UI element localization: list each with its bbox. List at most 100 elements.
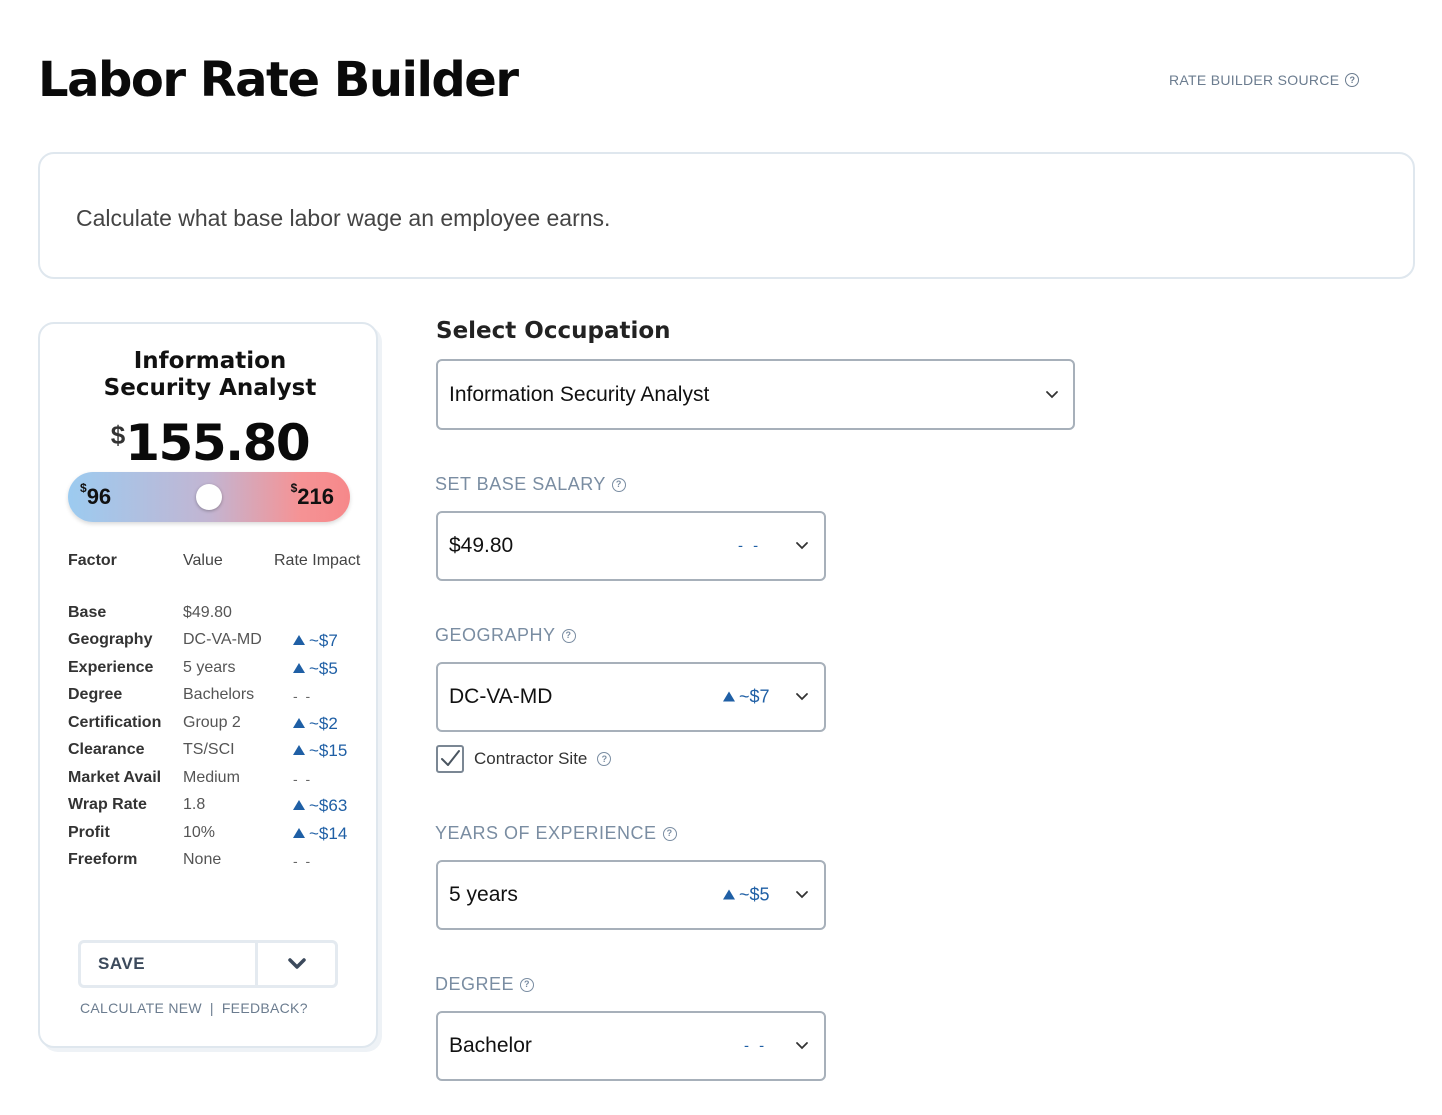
factor-rate-impact: ~$14 [293,824,347,844]
factor-name: Clearance [68,741,145,758]
col-header-factor: Factor [68,552,117,569]
factor-value: TS/SCI [183,741,235,758]
factor-value: 10% [183,824,216,841]
arrow-up-icon [293,635,305,645]
save-button[interactable]: SAVE [81,943,258,985]
rate-range-slider[interactable]: $96 $216 [68,472,350,522]
base-salary-impact: - - [738,537,762,555]
factor-row: Market Avail Medium - - [68,769,368,795]
occupation-title: Information Security Analyst [40,348,380,402]
col-header-value: Value [183,552,223,569]
factor-value: 1.8 [183,796,206,813]
occupation-title-line1: Information [133,348,287,374]
degree-select[interactable]: Bachelor - - [436,1011,826,1081]
save-button-group: SAVE [78,940,338,988]
help-icon[interactable]: ? [597,752,612,766]
factor-name: Wrap Rate [68,796,147,813]
factor-row: Wrap Rate 1.8 ~$63 [68,796,368,822]
factor-row: Certification Group 2 ~$2 [68,714,368,740]
factor-name: Geography [68,631,153,648]
range-min: $96 [80,480,112,509]
help-icon[interactable]: ? [520,977,535,992]
feedback-link[interactable]: FEEDBACK? [222,1000,308,1016]
occupation-select[interactable]: Information Security Analyst [436,359,1075,430]
factor-rate-impact: ~$5 [293,659,338,679]
degree-label: DEGREE? [435,974,535,995]
contractor-site-row: Contractor Site ? [436,745,612,773]
source-link-label: RATE BUILDER SOURCE [1169,72,1340,88]
occupation-select-value: Information Security Analyst [449,382,710,406]
geography-select[interactable]: DC-VA-MD ~$7 [436,662,826,732]
range-max: $216 [290,480,334,509]
factor-value: DC-VA-MD [183,631,262,648]
select-occupation-title: Select Occupation [436,318,671,344]
calculate-new-link[interactable]: CALCULATE NEW [80,1000,202,1016]
factor-value: Bachelors [183,686,255,703]
degree-impact: - - [744,1037,768,1055]
chevron-down-icon [796,542,808,550]
factor-value: 5 years [183,659,236,676]
col-header-rate-impact: Rate Impact [274,552,361,569]
factor-row: Experience 5 years ~$5 [68,659,368,685]
experience-label: YEARS OF EXPERIENCE? [435,823,677,844]
help-icon[interactable]: ? [611,477,626,492]
factor-name: Degree [68,686,123,703]
factor-row: Profit 10% ~$14 [68,824,368,850]
chevron-down-icon [796,1042,808,1050]
checkmark-icon [441,750,460,766]
degree-value: Bachelor [449,1034,532,1057]
arrow-up-icon [723,889,735,900]
range-slider-thumb[interactable] [196,484,222,510]
help-icon[interactable]: ? [662,826,677,841]
factor-row: Base $49.80 [68,604,368,630]
rate-currency: $ [110,420,126,450]
card-links: CALCULATE NEW | FEEDBACK? [80,1000,308,1016]
contractor-site-label: Contractor Site [474,749,588,768]
chevron-down-icon [287,958,306,969]
experience-impact: ~$5 [723,885,770,906]
chevron-down-icon [796,693,808,701]
base-salary-select[interactable]: $49.80 - - [436,511,826,581]
chevron-down-icon [1046,390,1058,398]
intro-text: Calculate what base labor wage an employ… [76,205,611,231]
page-title: Labor Rate Builder [38,52,519,108]
factor-value: $49.80 [183,604,232,621]
factor-name: Base [68,604,107,621]
factor-row: Clearance TS/SCI ~$15 [68,741,368,767]
base-salary-label: SET BASE SALARY? [435,474,626,495]
help-icon[interactable]: ? [561,628,576,643]
geography-impact: ~$7 [723,687,770,708]
factor-value: Medium [183,769,240,786]
arrow-up-icon [293,718,305,728]
arrow-up-icon [293,663,305,673]
factor-rate-impact: - - [293,688,313,704]
experience-select[interactable]: 5 years ~$5 [436,860,826,930]
base-salary-value: $49.80 [449,534,514,557]
factor-row: Geography DC-VA-MD ~$7 [68,631,368,657]
factor-name: Certification [68,714,162,731]
factor-rate-impact: ~$15 [293,741,347,761]
factor-name: Freeform [68,851,138,868]
link-separator: | [209,1000,214,1016]
factor-name: Profit [68,824,110,841]
geography-label: GEOGRAPHY? [435,625,576,646]
help-icon: ? [1345,73,1360,87]
factor-value: Group 2 [183,714,241,731]
rate-summary-card: Information Security Analyst $155.80 $96… [38,322,378,1048]
factor-name: Experience [68,659,154,676]
factor-rate-impact: - - [293,771,313,787]
experience-value: 5 years [449,883,518,906]
save-options-toggle[interactable] [258,943,335,985]
geography-value: DC-VA-MD [449,685,553,708]
rate-value: 155.80 [125,414,310,472]
chevron-down-icon [796,891,808,899]
arrow-up-icon [293,800,305,810]
factor-row: Freeform None - - [68,851,368,877]
labor-rate: $155.80 [40,414,380,472]
factor-name: Market Avail [68,769,162,786]
occupation-title-line2: Security Analyst [103,375,317,401]
factor-rate-impact: ~$7 [293,631,338,651]
intro-panel: Calculate what base labor wage an employ… [38,152,1415,279]
contractor-site-checkbox[interactable] [436,745,464,773]
rate-builder-source-link[interactable]: RATE BUILDER SOURCE ? [1169,72,1360,88]
